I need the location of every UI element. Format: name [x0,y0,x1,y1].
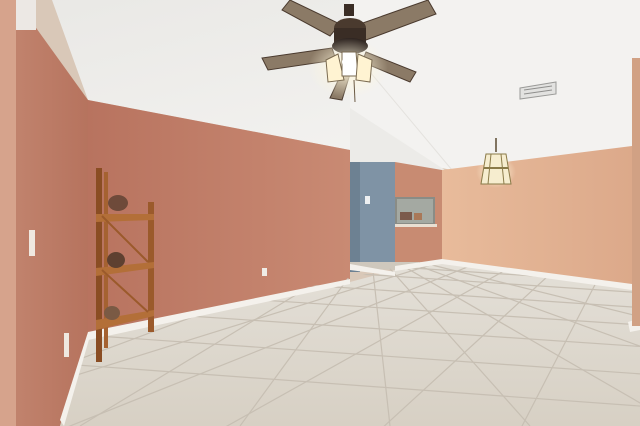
light-switch-icon [29,230,35,256]
outlet-icon [262,268,267,276]
left-wall [0,0,88,426]
hallway-opening [350,162,442,272]
light-switch-icon [365,196,370,204]
decor-basket [104,306,120,320]
room-illustration [0,0,640,426]
decor-basket [107,252,125,268]
outlet-icon [64,333,69,357]
room-photo [0,0,640,426]
decor-bowl [108,195,128,211]
wall-corner [632,58,640,326]
wall-fixture [16,0,36,30]
